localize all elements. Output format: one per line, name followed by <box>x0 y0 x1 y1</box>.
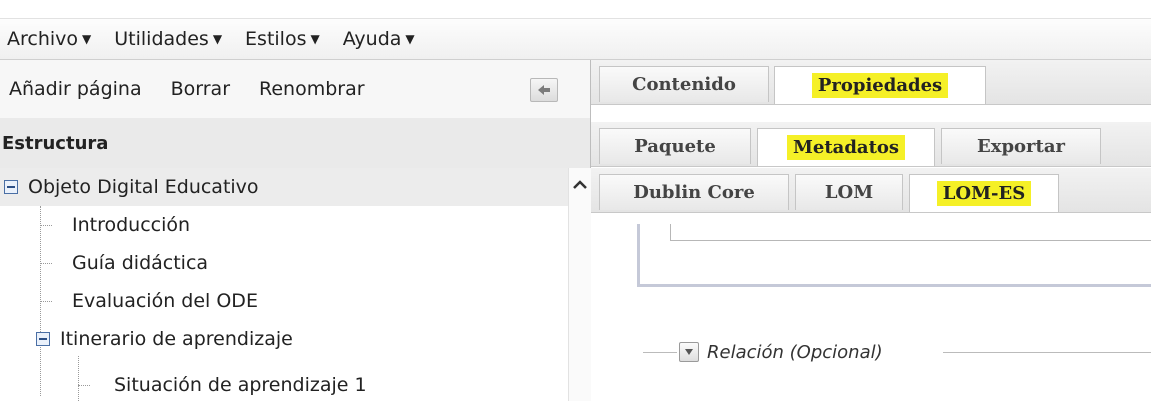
tree-item-itinerario[interactable]: Itinerario de aprendizaje <box>36 320 293 358</box>
tree-root-item[interactable]: Objeto Digital Educativo <box>0 168 568 206</box>
menu-estilos[interactable]: Estilos ▼ <box>245 28 320 50</box>
tree-guide-line <box>78 356 79 401</box>
structure-panel: Añadir página Borrar Renombrar Estructur… <box>0 60 591 401</box>
menu-utilidades-label: Utilidades <box>114 28 209 50</box>
tree-item-label: Introducción <box>72 214 191 236</box>
delete-button[interactable]: Borrar <box>171 78 230 100</box>
structure-tree: Objeto Digital Educativo Introducción Gu… <box>0 168 568 401</box>
tab-exportar-label: Exportar <box>977 136 1065 157</box>
tab-propiedades-label: Propiedades <box>811 73 949 98</box>
tree-item-label: Evaluación del ODE <box>72 290 258 312</box>
tab-metadatos-label: Metadatos <box>786 135 906 160</box>
menu-ayuda[interactable]: Ayuda ▼ <box>343 28 415 50</box>
tab-contenido[interactable]: Contenido <box>599 66 769 102</box>
tree-guide-line <box>40 301 52 302</box>
menu-utilidades[interactable]: Utilidades ▼ <box>114 28 222 50</box>
previous-field-box <box>637 224 1151 287</box>
caret-down-icon <box>685 349 693 355</box>
chevron-down-icon: ▼ <box>82 32 92 46</box>
structure-header: Estructura <box>0 118 590 169</box>
fieldset-divider <box>643 352 677 353</box>
properties-tabs: Paquete Metadatos Exportar <box>591 122 1151 167</box>
chevron-up-icon <box>573 180 587 189</box>
previous-field-input[interactable] <box>670 224 1151 241</box>
tree-item-guia[interactable]: Guía didáctica <box>72 244 208 282</box>
menu-bar: Archivo ▼ Utilidades ▼ Estilos ▼ Ayuda ▼ <box>0 19 1151 60</box>
tree-item-evaluacion[interactable]: Evaluación del ODE <box>72 282 258 320</box>
collapse-tree-icon[interactable] <box>36 332 50 346</box>
tree-item-situacion-1[interactable]: Situación de aprendizaje 1 <box>114 366 367 401</box>
expand-relation-button[interactable] <box>679 342 699 362</box>
tree-guide-line <box>40 263 52 264</box>
tab-lom-label: LOM <box>824 182 874 203</box>
tree-item-label: Guía didáctica <box>72 252 209 274</box>
add-page-button[interactable]: Añadir página <box>9 78 142 100</box>
tab-paquete-label: Paquete <box>634 136 716 157</box>
tree-item-introduccion[interactable]: Introducción <box>72 206 190 244</box>
collapse-tree-icon[interactable] <box>4 180 18 194</box>
tab-exportar[interactable]: Exportar <box>941 128 1101 164</box>
tab-contenido-label: Contenido <box>632 74 736 95</box>
tab-propiedades[interactable]: Propiedades <box>774 66 986 104</box>
menu-archivo[interactable]: Archivo ▼ <box>7 28 91 50</box>
metadata-tabs: Dublin Core LOM LOM-ES <box>591 168 1151 213</box>
relation-fieldset-legend: Relación (Opcional) <box>679 340 889 364</box>
chevron-down-icon: ▼ <box>310 32 320 46</box>
rename-button[interactable]: Renombrar <box>259 78 365 100</box>
menu-archivo-label: Archivo <box>7 28 79 50</box>
tab-metadatos[interactable]: Metadatos <box>757 128 935 166</box>
structure-toolbar: Añadir página Borrar Renombrar <box>0 60 590 119</box>
chevron-down-icon: ▼ <box>405 32 415 46</box>
tab-lom-es-label: LOM-ES <box>936 181 1032 206</box>
tab-dublin-core-label: Dublin Core <box>633 182 755 203</box>
tab-paquete[interactable]: Paquete <box>599 128 751 164</box>
tab-dublin-core[interactable]: Dublin Core <box>599 174 789 210</box>
window-top-strip <box>0 0 1151 19</box>
tree-scrollbar[interactable] <box>568 168 591 401</box>
chevron-down-icon: ▼ <box>212 32 223 46</box>
tree-guide-line <box>40 225 52 226</box>
tree-guide-line <box>78 385 90 386</box>
tree-root-label: Objeto Digital Educativo <box>28 176 259 198</box>
fieldset-divider <box>943 352 1151 353</box>
tab-lom-es[interactable]: LOM-ES <box>909 174 1059 212</box>
main-tabs: Contenido Propiedades <box>591 60 1151 105</box>
menu-estilos-label: Estilos <box>245 28 307 50</box>
menu-ayuda-label: Ayuda <box>342 28 402 50</box>
tab-lom[interactable]: LOM <box>795 174 903 210</box>
tree-item-label: Itinerario de aprendizaje <box>60 328 293 350</box>
properties-panel: Contenido Propiedades Paquete Metadatos … <box>591 60 1151 401</box>
relation-legend-label: Relación (Opcional) <box>707 341 883 363</box>
scroll-up-icon[interactable] <box>569 174 591 196</box>
arrow-left-icon <box>538 85 550 95</box>
structure-title: Estructura <box>2 132 109 154</box>
tree-item-label: Situación de aprendizaje 1 <box>114 374 367 396</box>
collapse-panel-button[interactable] <box>530 78 558 102</box>
